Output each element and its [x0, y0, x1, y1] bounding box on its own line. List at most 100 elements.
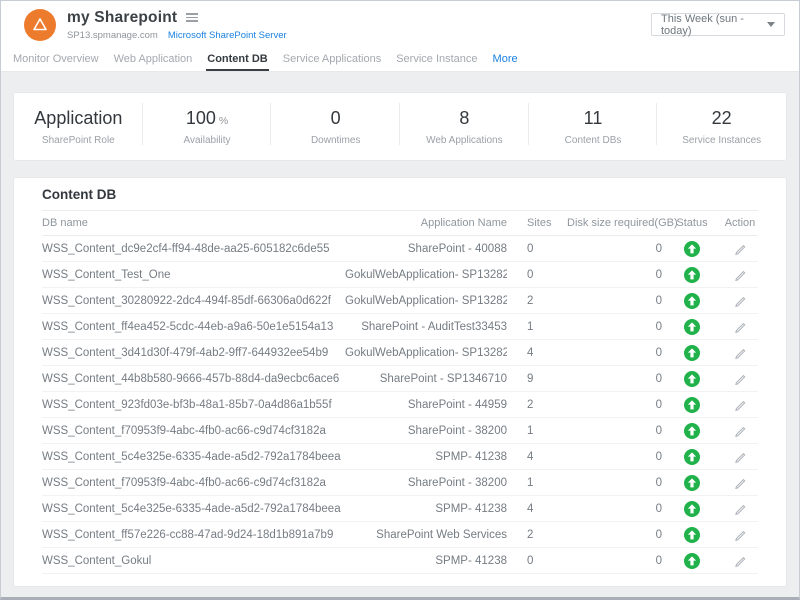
- edit-pencil-icon[interactable]: [734, 346, 747, 359]
- db-name-cell: WSS_Content_5c4e325e-6335-4ade-a5d2-792a…: [42, 444, 345, 470]
- status-up-icon[interactable]: [684, 423, 700, 439]
- stat-availability: 100%Availability: [143, 107, 272, 147]
- disk-size-cell: 0: [567, 314, 662, 340]
- disk-size-cell: 0: [567, 392, 662, 418]
- status-up-icon[interactable]: [684, 267, 700, 283]
- status-up-icon[interactable]: [684, 553, 700, 569]
- edit-pencil-icon[interactable]: [734, 450, 747, 463]
- edit-pencil-icon[interactable]: [734, 528, 747, 541]
- application-name-cell: GokulWebApplication- SP1328261: [345, 262, 507, 288]
- edit-pencil-icon[interactable]: [734, 476, 747, 489]
- monitor-host: SP13.spmanage.com: [67, 30, 158, 41]
- monitor-title-block: my Sharepoint SP13.spmanage.com Microsof…: [67, 9, 287, 41]
- status-cell: [662, 288, 722, 314]
- tab-web-application[interactable]: Web Application: [113, 48, 194, 71]
- application-name-cell: SharePoint - AuditTest33453: [345, 314, 507, 340]
- table-row: WSS_Content_ff4ea452-5cdc-44eb-a9a6-50e1…: [42, 314, 758, 340]
- tab-service-applications[interactable]: Service Applications: [282, 48, 382, 71]
- stat-label: Web Applications: [400, 135, 529, 146]
- stat-label: Downtimes: [271, 135, 400, 146]
- tab-service-instance[interactable]: Service Instance: [395, 48, 478, 71]
- status-up-icon[interactable]: [684, 371, 700, 387]
- stat-downtimes: 0Downtimes: [271, 107, 400, 147]
- disk-size-cell: 0: [567, 236, 662, 262]
- application-name-cell: GokulWebApplication- SP1328261: [345, 288, 507, 314]
- stat-web-applications: 8Web Applications: [400, 107, 529, 147]
- sites-cell: 4: [507, 340, 567, 366]
- table-row: WSS_Content_Test_OneGokulWebApplication-…: [42, 262, 758, 288]
- db-name-cell: WSS_Content_5c4e325e-6335-4ade-a5d2-792a…: [42, 496, 345, 522]
- action-cell: [722, 496, 758, 522]
- status-up-icon[interactable]: [684, 345, 700, 361]
- card-title: Content DB: [14, 178, 786, 210]
- status-cell: [662, 262, 722, 288]
- tab-more[interactable]: More: [492, 48, 519, 71]
- status-cell: [662, 444, 722, 470]
- tab-content-db[interactable]: Content DB: [206, 48, 269, 71]
- edit-pencil-icon[interactable]: [734, 424, 747, 437]
- table-row: WSS_Content_5c4e325e-6335-4ade-a5d2-792a…: [42, 496, 758, 522]
- status-cell: [662, 366, 722, 392]
- edit-pencil-icon[interactable]: [734, 554, 747, 567]
- disk-size-cell: 0: [567, 418, 662, 444]
- edit-pencil-icon[interactable]: [734, 268, 747, 281]
- sites-cell: 0: [507, 236, 567, 262]
- db-name-cell: WSS_Content_Gokul: [42, 548, 345, 574]
- action-cell: [722, 548, 758, 574]
- status-cell: [662, 418, 722, 444]
- stat-service-instances: 22Service Instances: [657, 107, 786, 147]
- table-row: WSS_Content_ff57e226-cc88-47ad-9d24-18d1…: [42, 522, 758, 548]
- column-header-application-name: Application Name: [345, 211, 507, 236]
- tab-monitor-overview[interactable]: Monitor Overview: [12, 48, 100, 71]
- status-up-icon[interactable]: [684, 527, 700, 543]
- disk-size-cell: 0: [567, 262, 662, 288]
- stat-value: Application: [14, 109, 143, 129]
- status-cell: [662, 496, 722, 522]
- table-row: WSS_Content_923fd03e-bf3b-48a1-85b7-0a4d…: [42, 392, 758, 418]
- time-period-select[interactable]: This Week (sun - today): [651, 13, 785, 36]
- table-row: WSS_Content_f70953f9-4abc-4fb0-ac66-c9d7…: [42, 470, 758, 496]
- table-row: WSS_Content_5c4e325e-6335-4ade-a5d2-792a…: [42, 444, 758, 470]
- table-row: WSS_Content_GokulSPMP- 4123800: [42, 548, 758, 574]
- tab-bar: Monitor Overview Web Application Content D…: [1, 48, 799, 72]
- table-header-row: DB nameApplication NameSitesDisk size re…: [42, 211, 758, 236]
- edit-pencil-icon[interactable]: [734, 502, 747, 515]
- sites-cell: 1: [507, 314, 567, 340]
- status-up-icon[interactable]: [684, 397, 700, 413]
- status-up-icon[interactable]: [684, 241, 700, 257]
- action-cell: [722, 392, 758, 418]
- edit-pencil-icon[interactable]: [734, 242, 747, 255]
- status-cell: [662, 470, 722, 496]
- application-name-cell: GokulWebApplication- SP1328261: [345, 340, 507, 366]
- sites-cell: 0: [507, 548, 567, 574]
- sites-cell: 4: [507, 496, 567, 522]
- status-up-icon[interactable]: [684, 293, 700, 309]
- disk-size-cell: 0: [567, 522, 662, 548]
- status-up-icon[interactable]: [684, 449, 700, 465]
- action-cell: [722, 418, 758, 444]
- edit-pencil-icon[interactable]: [734, 398, 747, 411]
- status-up-icon[interactable]: [684, 319, 700, 335]
- monitor-type-link[interactable]: Microsoft SharePoint Server: [168, 30, 287, 41]
- column-header-action: Action: [722, 211, 758, 236]
- db-name-cell: WSS_Content_Test_One: [42, 262, 345, 288]
- status-cell: [662, 236, 722, 262]
- disk-size-cell: 0: [567, 288, 662, 314]
- status-cell: [662, 392, 722, 418]
- application-name-cell: SharePoint - SP1346710: [345, 366, 507, 392]
- edit-pencil-icon[interactable]: [734, 372, 747, 385]
- sites-cell: 2: [507, 288, 567, 314]
- menu-icon[interactable]: [186, 11, 198, 24]
- monitor-window: my Sharepoint SP13.spmanage.com Microsof…: [0, 0, 800, 600]
- db-name-cell: WSS_Content_f70953f9-4abc-4fb0-ac66-c9d7…: [42, 470, 345, 496]
- application-name-cell: SharePoint - 40088: [345, 236, 507, 262]
- status-up-icon[interactable]: [684, 501, 700, 517]
- application-name-cell: SharePoint - 38200: [345, 418, 507, 444]
- status-up-icon[interactable]: [684, 475, 700, 491]
- application-name-cell: SPMP- 41238: [345, 496, 507, 522]
- status-cell: [662, 522, 722, 548]
- status-cell: [662, 314, 722, 340]
- edit-pencil-icon[interactable]: [734, 320, 747, 333]
- db-name-cell: WSS_Content_30280922-2dc4-494f-85df-6630…: [42, 288, 345, 314]
- edit-pencil-icon[interactable]: [734, 294, 747, 307]
